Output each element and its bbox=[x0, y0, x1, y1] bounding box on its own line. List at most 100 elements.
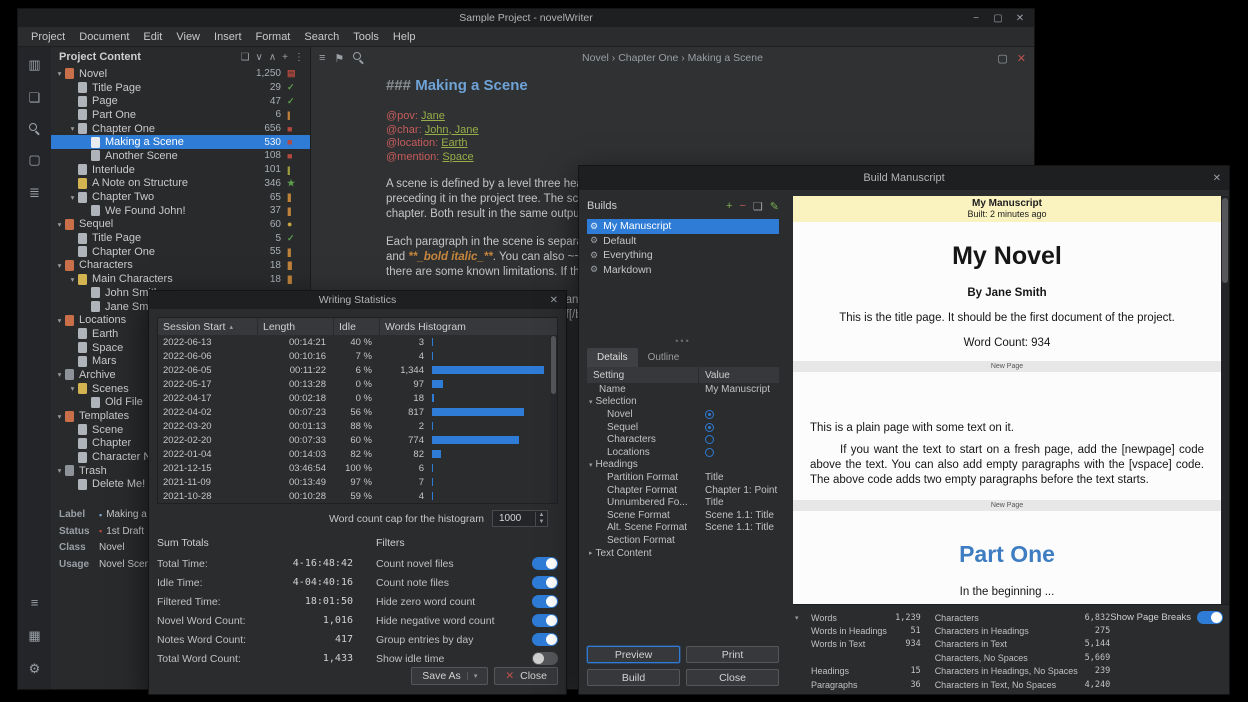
keyword-value[interactable]: Jane bbox=[421, 110, 445, 122]
build-button[interactable]: Build bbox=[587, 669, 680, 686]
project-content-icon[interactable]: ▥ bbox=[27, 57, 43, 73]
maximize-icon[interactable]: ▢ bbox=[988, 13, 1008, 24]
doc-info-icon[interactable]: ≡ bbox=[319, 52, 325, 64]
build-list-item[interactable]: ⚙Everything bbox=[587, 248, 779, 263]
table-scrollbar[interactable] bbox=[550, 335, 557, 503]
collapse-all-icon[interactable]: ∧ bbox=[269, 52, 276, 63]
filter-toggle[interactable] bbox=[532, 652, 558, 665]
build-titlebar[interactable]: Build Manuscript ✕ bbox=[579, 166, 1229, 190]
build-list-item[interactable]: ⚙Default bbox=[587, 234, 779, 249]
session-row[interactable]: 2021-10-2800:10:2859 %4 bbox=[158, 489, 557, 503]
stats-titlebar[interactable]: Writing Statistics ✕ bbox=[149, 291, 566, 309]
setting-row[interactable]: ▾Headings bbox=[587, 459, 779, 472]
setting-row[interactable]: Characters bbox=[587, 433, 779, 446]
setting-row[interactable]: Sequel bbox=[587, 421, 779, 434]
menu-insert[interactable]: Insert bbox=[207, 31, 249, 43]
tree-item[interactable]: Another Scene108■ bbox=[51, 149, 310, 163]
setting-row[interactable]: ▾Selection bbox=[587, 396, 779, 409]
expander-icon[interactable]: ▾ bbox=[67, 124, 78, 133]
column-header[interactable]: Length bbox=[258, 318, 334, 335]
keyword-value[interactable]: Space bbox=[442, 151, 473, 163]
tree-item[interactable]: We Found John!37||| bbox=[51, 204, 310, 218]
filter-toggle[interactable] bbox=[532, 614, 558, 627]
histogram-cap-spinner[interactable]: 1000 ▲▼ bbox=[492, 510, 548, 527]
doc-stack-icon[interactable]: ❏ bbox=[241, 52, 250, 63]
bookmark-icon[interactable]: ⚑ bbox=[334, 52, 344, 65]
edit-build-icon[interactable]: ✎ bbox=[770, 200, 779, 213]
expander-icon[interactable]: ▾ bbox=[54, 261, 65, 270]
column-header[interactable]: Idle bbox=[334, 318, 380, 335]
splitter-handle[interactable]: ••• bbox=[587, 335, 779, 347]
expander-icon[interactable]: ▾ bbox=[67, 384, 78, 393]
tree-item[interactable]: ▾Main Characters18|||| bbox=[51, 272, 310, 286]
tab-details[interactable]: Details bbox=[587, 348, 638, 367]
session-row[interactable]: 2022-02-2000:07:3360 %774 bbox=[158, 433, 557, 447]
tree-item[interactable]: Title Page5✓ bbox=[51, 231, 310, 245]
tree-item[interactable]: Interlude101|| bbox=[51, 163, 310, 177]
main-titlebar[interactable]: Sample Project - novelWriter − ▢ ✕ bbox=[18, 9, 1034, 27]
filter-toggle[interactable] bbox=[532, 595, 558, 608]
novel-view-icon[interactable]: ❏ bbox=[27, 90, 43, 106]
setting-row[interactable]: Chapter FormatChapter 1: Point ... bbox=[587, 484, 779, 497]
menu-search[interactable]: Search bbox=[297, 31, 346, 43]
session-row[interactable]: 2022-06-0500:11:226 %1,344 bbox=[158, 363, 557, 377]
remove-build-icon[interactable]: − bbox=[739, 200, 745, 213]
tree-item[interactable]: Making a Scene530■ bbox=[51, 135, 310, 149]
radio-off-icon[interactable] bbox=[705, 435, 714, 444]
setting-row[interactable]: Alt. Scene FormatScene 1.1: Title bbox=[587, 522, 779, 535]
add-item-icon[interactable]: + bbox=[282, 52, 288, 63]
more-options-icon[interactable]: ⋮ bbox=[294, 52, 304, 63]
menu-project[interactable]: Project bbox=[24, 31, 72, 43]
keyword-value[interactable]: John, Jane bbox=[425, 124, 479, 136]
expander-icon[interactable]: ▾ bbox=[54, 69, 65, 78]
document-view-icon[interactable]: ▢ bbox=[27, 152, 43, 168]
expander-icon[interactable]: ▾ bbox=[54, 220, 65, 229]
column-header[interactable]: Words Histogram bbox=[380, 318, 557, 335]
setting-row[interactable]: Scene FormatScene 1.1: Title bbox=[587, 509, 779, 522]
search-icon[interactable] bbox=[353, 52, 365, 64]
session-row[interactable]: 2022-03-2000:01:1388 %2 bbox=[158, 419, 557, 433]
menu-tools[interactable]: Tools bbox=[346, 31, 386, 43]
menu-view[interactable]: View bbox=[169, 31, 207, 43]
duplicate-build-icon[interactable]: ❏ bbox=[753, 200, 763, 213]
expander-icon[interactable]: ▾ bbox=[54, 316, 65, 325]
radio-on-icon[interactable] bbox=[705, 423, 714, 432]
tree-item[interactable]: Part One6|| bbox=[51, 108, 310, 122]
tree-item[interactable]: ▾Characters18|||| bbox=[51, 259, 310, 273]
close-button[interactable]: ✕ Close bbox=[494, 667, 558, 685]
session-row[interactable]: 2022-05-1700:13:280 %97 bbox=[158, 377, 557, 391]
expander-icon[interactable]: ▾ bbox=[54, 412, 65, 421]
tab-outline[interactable]: Outline bbox=[638, 348, 690, 367]
column-header[interactable]: Session Start▴ bbox=[158, 318, 258, 335]
setting-row[interactable]: Section Format bbox=[587, 534, 779, 547]
manuscript-preview[interactable]: My Manuscript Built: 2 minutes ago My No… bbox=[793, 196, 1221, 604]
tree-item[interactable]: Page47✓ bbox=[51, 94, 310, 108]
outline-view-icon[interactable]: ≣ bbox=[27, 185, 43, 201]
show-page-breaks-toggle[interactable] bbox=[1197, 611, 1223, 624]
tree-item[interactable]: ▾Chapter Two65||| bbox=[51, 190, 310, 204]
build-list-item[interactable]: ⚙My Manuscript bbox=[587, 219, 779, 234]
build-list-item[interactable]: ⚙Markdown bbox=[587, 263, 779, 278]
search-icon[interactable] bbox=[29, 123, 41, 135]
writing-stats-icon[interactable]: ▦ bbox=[27, 628, 43, 644]
setting-row[interactable]: ▸Text Content bbox=[587, 547, 779, 560]
scrollbar-thumb[interactable] bbox=[551, 336, 556, 394]
tree-item[interactable]: Title Page29✓ bbox=[51, 81, 310, 95]
menu-document[interactable]: Document bbox=[72, 31, 136, 43]
session-row[interactable]: 2022-04-0200:07:2356 %817 bbox=[158, 405, 557, 419]
fullscreen-icon[interactable]: ▢ bbox=[997, 52, 1007, 65]
expander-icon[interactable]: ▾ bbox=[589, 461, 593, 469]
spinner-arrows-icon[interactable]: ▲▼ bbox=[535, 512, 547, 526]
menu-edit[interactable]: Edit bbox=[136, 31, 169, 43]
expander-icon[interactable]: ▾ bbox=[67, 193, 78, 202]
histogram-cap-value[interactable]: 1000 bbox=[493, 513, 535, 524]
close-icon[interactable]: ✕ bbox=[1213, 166, 1221, 190]
setting-row[interactable]: NameMy Manuscript bbox=[587, 383, 779, 396]
tree-item[interactable]: ▾Sequel60● bbox=[51, 218, 310, 232]
scrollbar-thumb[interactable] bbox=[1222, 198, 1228, 283]
session-row[interactable]: 2022-04-1700:02:180 %18 bbox=[158, 391, 557, 405]
minimize-icon[interactable]: − bbox=[966, 13, 986, 24]
menu-format[interactable]: Format bbox=[249, 31, 298, 43]
tree-item[interactable]: A Note on Structure346★ bbox=[51, 177, 310, 191]
filter-toggle[interactable] bbox=[532, 557, 558, 570]
